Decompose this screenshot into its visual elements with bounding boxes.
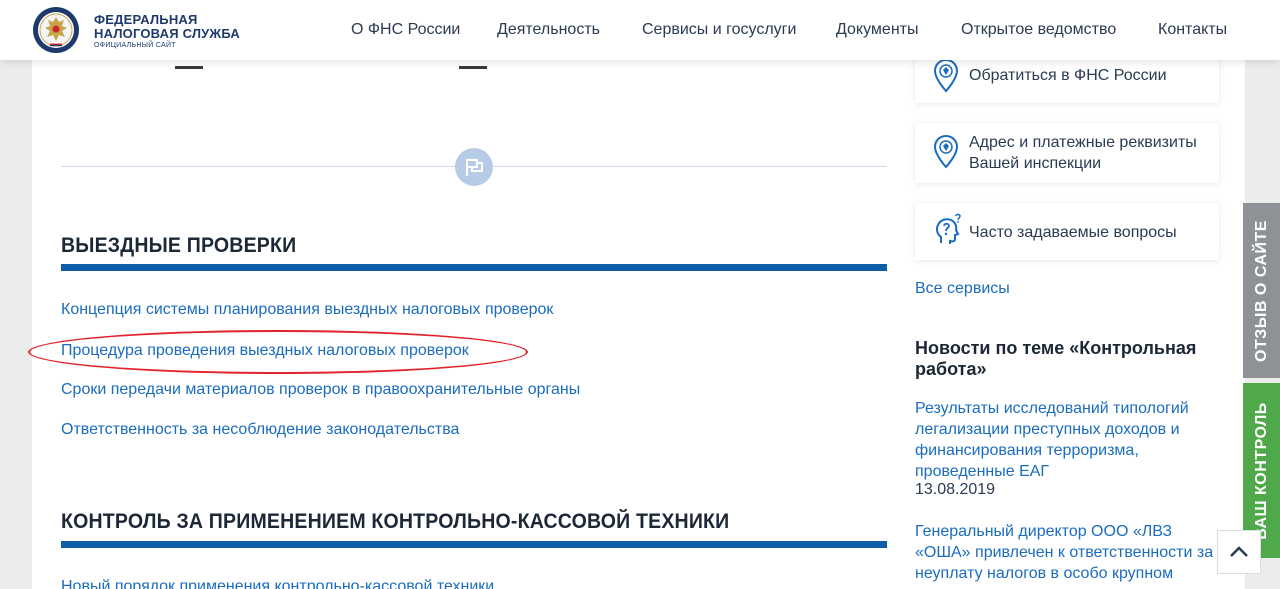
all-services-link[interactable]: Все сервисы bbox=[915, 280, 1010, 298]
section-title-cash-register-control: КОНТРОЛЬ ЗА ПРИМЕНЕНИЕМ КОНТРОЛЬНО-КАССО… bbox=[61, 510, 730, 533]
link-liability[interactable]: Ответственность за несоблюдение законода… bbox=[61, 421, 459, 439]
nav-item-open-agency[interactable]: Открытое ведомство bbox=[961, 21, 1116, 39]
feedback-side-tab[interactable]: ОТЗЫВ О САЙТЕ bbox=[1243, 203, 1280, 378]
card-label: Адрес и платежные реквизиты Вашей инспек… bbox=[969, 132, 1197, 174]
link-audit-planning-concept[interactable]: Концепция системы планирования выездных … bbox=[61, 301, 553, 319]
card-label: Часто задаваемые вопросы bbox=[969, 224, 1177, 241]
section-rule bbox=[61, 264, 887, 271]
location-pin-icon bbox=[933, 134, 959, 174]
logo-line-1: ФЕДЕРАЛЬНАЯ bbox=[94, 12, 198, 27]
side-tab-label: ВАШ КОНТРОЛЬ bbox=[1252, 401, 1270, 540]
nav-item-documents[interactable]: Документы bbox=[836, 21, 918, 39]
news-section-title: Новости по теме «Контрольная работа» bbox=[915, 338, 1197, 379]
nav-item-services[interactable]: Сервисы и госуслуги bbox=[642, 21, 796, 39]
card-label: Обратиться в ФНС России bbox=[969, 67, 1167, 84]
fns-emblem-logo[interactable] bbox=[32, 6, 80, 54]
chevron-up-icon bbox=[1230, 546, 1248, 557]
site-header: ФЕДЕРАЛЬНАЯ НАЛОГОВАЯ СЛУЖБА ОФИЦИАЛЬНЫЙ… bbox=[0, 0, 1280, 60]
link-materials-transfer-terms[interactable]: Сроки передачи материалов проверок в пра… bbox=[61, 381, 580, 399]
card-label-line-2: Вашей инспекции bbox=[969, 155, 1102, 172]
scroll-to-top-button[interactable] bbox=[1217, 530, 1261, 574]
tab-underline-stub bbox=[175, 66, 203, 69]
logo-text[interactable]: ФЕДЕРАЛЬНАЯ НАЛОГОВАЯ СЛУЖБА ОФИЦИАЛЬНЫЙ… bbox=[94, 12, 241, 50]
card-label-line-1: Адрес и платежные реквизиты bbox=[969, 134, 1197, 151]
logo-subtitle: ОФИЦИАЛЬНЫЙ САЙТ bbox=[94, 42, 176, 49]
divider-flag-icon bbox=[455, 148, 493, 186]
location-pin-icon bbox=[933, 58, 959, 98]
side-tab-label: ОТЗЫВ О САЙТЕ bbox=[1252, 219, 1270, 362]
nav-item-contacts[interactable]: Контакты bbox=[1158, 21, 1227, 39]
logo-line-2: НАЛОГОВАЯ СЛУЖБА bbox=[94, 26, 241, 41]
nav-item-activity[interactable]: Деятельность bbox=[497, 21, 600, 39]
link-new-cash-register-rules[interactable]: Новый порядок применения контрольно-касс… bbox=[61, 578, 494, 589]
news-item-link[interactable]: Результаты исследований типологий легали… bbox=[915, 398, 1215, 482]
section-rule bbox=[61, 541, 887, 548]
card-faq[interactable]: Часто задаваемые вопросы bbox=[915, 203, 1219, 260]
news-item-link[interactable]: Генеральный директор ООО «ЛВЗ «ОША» прив… bbox=[915, 521, 1215, 584]
question-head-icon bbox=[933, 213, 963, 253]
section-title-field-audits: ВЫЕЗДНЫЕ ПРОВЕРКИ bbox=[61, 234, 297, 257]
nav-item-about[interactable]: О ФНС России bbox=[351, 21, 460, 39]
news-item-date: 13.08.2019 bbox=[915, 481, 996, 498]
red-annotation-ellipse bbox=[28, 330, 528, 374]
tab-underline-stub bbox=[459, 66, 487, 69]
card-inspection-address[interactable]: Адрес и платежные реквизиты Вашей инспек… bbox=[915, 123, 1219, 183]
